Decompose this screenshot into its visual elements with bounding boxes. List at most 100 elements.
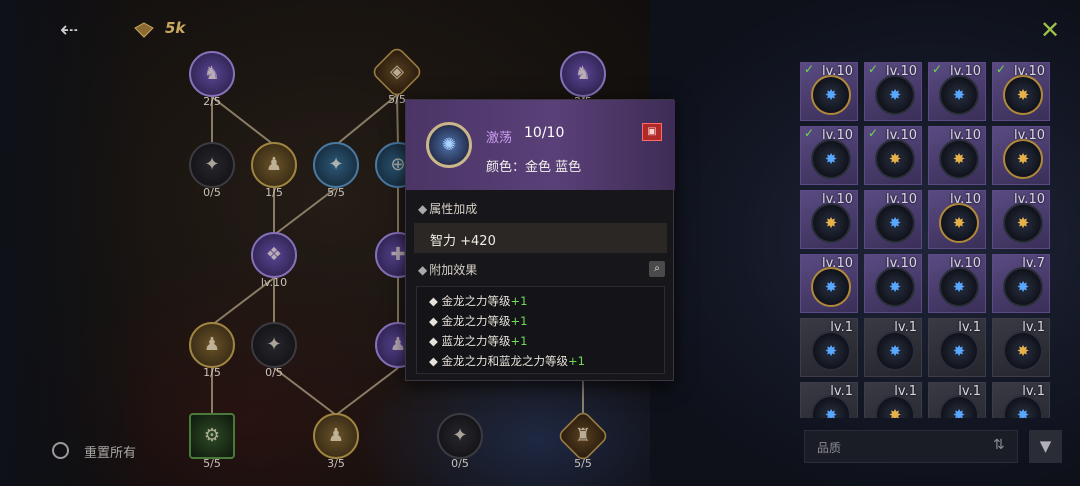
skill-node[interactable]: ⚙ 5/5 [189,413,235,470]
gem-icon: ✸ [875,203,915,243]
skill-node[interactable]: ♟ 1/5 [251,142,297,199]
close-icon[interactable]: ✕ [1038,18,1062,42]
skill-gem-icon: ✺ [426,122,472,168]
attribute-title-label: 属性加成 [429,202,478,216]
gem-icon: ✸ [811,203,851,243]
rune-icon: ⚙ [203,425,221,446]
attribute-box: 智力 +420 [414,223,667,253]
slot-level: lv.10 [1014,128,1045,143]
gem-icon: ✸ [1003,267,1043,307]
inventory-slot[interactable]: ✸ lv.10 ✓ [928,62,986,121]
popup-header: ✺ 激荡 10/10 颜色：金色 蓝色 ▣ [406,100,675,190]
quality-sort-dropdown[interactable]: 品质 ⇅ [804,430,1018,463]
slot-level: lv.10 [950,128,981,143]
skill-node[interactable]: ♞ 2/5 [560,51,606,108]
skill-node[interactable]: ✦ 0/5 [437,413,483,470]
slot-level: lv.10 [822,192,853,207]
reset-all-label: 重置所有 [84,446,137,461]
skill-node[interactable]: ✦ 0/5 [251,322,297,379]
equipped-check-icon: ✓ [804,62,815,76]
skill-node[interactable]: ✦ 0/5 [189,142,235,199]
skill-node[interactable]: ✦ 5/5 [313,142,359,199]
quality-label: 品质 [817,441,842,455]
inventory-slot[interactable]: ✸ lv.10 [800,190,858,249]
gem-icon: ✸ [811,331,851,371]
node-count: 3/5 [327,457,345,470]
gem-icon: ✸ [875,331,915,371]
node-count: 5/5 [203,457,221,470]
inventory-slot[interactable]: ✸ lv.1 [992,382,1050,418]
slot-level: lv.10 [886,256,917,271]
left-shade [0,0,150,486]
slot-level: lv.1 [958,384,981,399]
slot-level: lv.10 [886,128,917,143]
figure-icon: ♟ [203,334,221,355]
inventory-slot[interactable]: ✸ lv.10 [864,254,922,313]
tower-icon: ♜ [574,425,592,446]
inventory-slot[interactable]: ✸ lv.1 [928,382,986,418]
figure-icon: ♞ [203,63,221,84]
inventory-slot[interactable]: ✸ lv.1 [992,318,1050,377]
arm-icon: ✦ [266,334,282,355]
effects-section-title: ◆ 附加效果 [418,261,477,278]
inventory-slot[interactable]: ✸ lv.10 [928,126,986,185]
search-icon[interactable]: ⌕ [649,261,665,277]
skill-name: 激荡 [486,131,513,146]
slot-level: lv.1 [894,384,917,399]
node-count: lv.10 [260,276,288,289]
currency-value: 5k [165,19,186,37]
inventory-slot[interactable]: ✸ lv.10 ✓ [864,126,922,185]
filter-icon[interactable]: ▼ [1029,430,1062,463]
inventory-slot[interactable]: ✸ lv.1 [800,318,858,377]
effect-item: ◆ 金龙之力等级+1 [429,294,528,308]
inventory-slot[interactable]: ✸ lv.10 [992,190,1050,249]
effect-item: ◆ 蓝龙之力等级+1 [429,334,528,348]
inventory-slot[interactable]: ✸ lv.10 [928,254,986,313]
inventory-slot[interactable]: ✸ lv.10 [992,126,1050,185]
slot-level: lv.10 [950,64,981,79]
gem-icon: ✸ [1003,75,1043,115]
inventory-slot[interactable]: ✸ lv.7 [992,254,1050,313]
node-count: 1/5 [265,186,283,199]
inventory-slot[interactable]: ✸ lv.10 [928,190,986,249]
effect-item: ◆ 金龙之力和蓝龙之力等级+1 [429,354,585,368]
inventory-slot[interactable]: ✸ lv.10 ✓ [864,62,922,121]
inventory-slot[interactable]: ✸ lv.1 [800,382,858,418]
gem-icon: ✸ [939,267,979,307]
inventory-slot[interactable]: ✸ lv.10 ✓ [800,62,858,121]
inventory-slot[interactable]: ✸ lv.10 ✓ [992,62,1050,121]
inventory-slot[interactable]: ✸ lv.1 [928,318,986,377]
arm-icon: ✦ [204,154,220,175]
inventory-grid: ✸ lv.10 ✓ ✸ lv.10 ✓ ✸ lv.10 ✓ ✸ lv.10 ✓ ✸ lv.10 ✓ ✸ lv.1… [800,62,1060,418]
node-count: 2/5 [203,95,221,108]
gem-icon: ✸ [1003,331,1043,371]
gem-icon: ✸ [939,139,979,179]
figure-icon: ♞ [574,63,592,84]
slot-level: lv.7 [1022,256,1045,271]
inventory-slot[interactable]: ✸ lv.10 [864,190,922,249]
figure-icon: ♟ [327,425,345,446]
gem-icon: ✸ [875,267,915,307]
inventory-slot[interactable]: ✸ lv.10 [800,254,858,313]
skill-node[interactable]: ♞ 2/5 [189,51,235,108]
reset-all-button[interactable]: 重置所有 [52,438,157,464]
skill-node[interactable]: ◈ 5/5 [370,45,424,106]
effects-title-label: 附加效果 [429,263,478,277]
inventory-slot[interactable]: ✸ lv.1 [864,318,922,377]
slot-level: lv.10 [822,64,853,79]
inventory-slot[interactable]: ✸ lv.1 [864,382,922,418]
lock-icon[interactable]: ▣ [642,123,662,141]
node-count: 5/5 [574,457,592,470]
skill-node[interactable]: ♟ 1/5 [189,322,235,379]
skill-level: 10/10 [524,125,565,141]
inventory-slot[interactable]: ✸ lv.10 ✓ [800,126,858,185]
slot-level: lv.1 [958,320,981,335]
skill-node[interactable]: ♜ 5/5 [556,409,610,470]
gem-icon: ✸ [939,75,979,115]
skill-node[interactable]: ❖ lv.10 [251,232,297,289]
back-button[interactable]: ⇠ [60,18,100,44]
slot-level: lv.1 [1022,384,1045,399]
slot-level: lv.10 [886,64,917,79]
sort-icon: ⇅ [993,437,1005,453]
skill-node[interactable]: ♟ 3/5 [313,413,359,470]
